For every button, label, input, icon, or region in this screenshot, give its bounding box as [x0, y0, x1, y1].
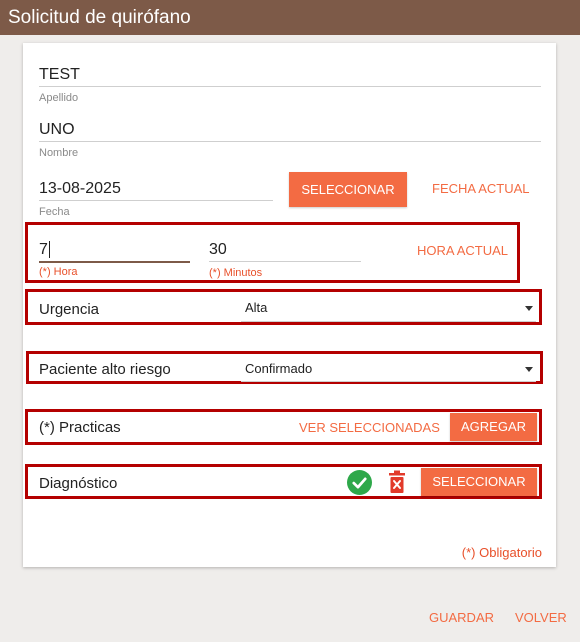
- fecha-label: Fecha: [39, 206, 70, 218]
- practicas-label: (*) Practicas: [39, 419, 121, 436]
- urgencia-select[interactable]: Alta: [241, 297, 536, 322]
- urgencia-label: Urgencia: [39, 301, 100, 318]
- nombre-input[interactable]: UNO: [39, 119, 541, 141]
- hora-field[interactable]: 7 (*) Hora: [39, 239, 190, 278]
- minutos-label: (*) Minutos: [209, 267, 263, 279]
- diagnostico-label: Diagnóstico: [39, 475, 118, 492]
- app-title-bar: Solicitud de quirófano: [0, 0, 580, 35]
- nombre-underline: [39, 141, 541, 142]
- minutos-underline: [209, 261, 361, 262]
- fecha-underline: [39, 200, 273, 201]
- fecha-select-button[interactable]: SELECCIONAR: [289, 172, 407, 207]
- diagnostico-select-button[interactable]: SELECCIONAR: [421, 468, 537, 496]
- text-caret: [48, 241, 50, 259]
- riesgo-select[interactable]: Confirmado: [241, 358, 536, 382]
- hora-actual-button[interactable]: HORA ACTUAL: [417, 243, 508, 258]
- ver-seleccionadas-button[interactable]: VER SELECCIONADAS: [299, 420, 440, 435]
- hora-underline: [39, 261, 190, 263]
- chevron-down-icon: [525, 367, 533, 372]
- form-card: TEST Apellido UNO Nombre 13-08-2025 Fech…: [23, 43, 556, 567]
- chevron-down-icon: [525, 306, 533, 311]
- agregar-button[interactable]: AGREGAR: [450, 413, 537, 441]
- minutos-field[interactable]: 30 (*) Minutos: [209, 239, 361, 279]
- hora-input[interactable]: 7: [39, 241, 48, 258]
- riesgo-label: Paciente alto riesgo: [39, 361, 171, 378]
- riesgo-selected-value: Confirmado: [245, 361, 313, 376]
- page-title: Solicitud de quirófano: [8, 7, 191, 28]
- hora-label: (*) Hora: [39, 266, 78, 278]
- volver-button[interactable]: VOLVER: [515, 610, 567, 625]
- trash-icon[interactable]: [387, 470, 407, 494]
- apellido-underline: [39, 86, 541, 87]
- apellido-label: Apellido: [39, 92, 79, 104]
- hora-input-wrap[interactable]: 7: [39, 239, 190, 261]
- nombre-field[interactable]: UNO Nombre: [39, 119, 541, 159]
- check-circle-icon[interactable]: [347, 470, 372, 495]
- apellido-input[interactable]: TEST: [39, 64, 541, 86]
- nombre-label: Nombre: [39, 147, 79, 159]
- fecha-field[interactable]: 13-08-2025 Fecha: [39, 178, 273, 218]
- obligatorio-note: (*) Obligatorio: [461, 545, 542, 560]
- fecha-input[interactable]: 13-08-2025: [39, 178, 273, 200]
- urgencia-selected-value: Alta: [245, 300, 268, 315]
- apellido-field[interactable]: TEST Apellido: [39, 64, 541, 104]
- guardar-button[interactable]: GUARDAR: [429, 610, 494, 625]
- fecha-actual-button[interactable]: FECHA ACTUAL: [432, 181, 530, 196]
- minutos-input[interactable]: 30: [209, 239, 361, 261]
